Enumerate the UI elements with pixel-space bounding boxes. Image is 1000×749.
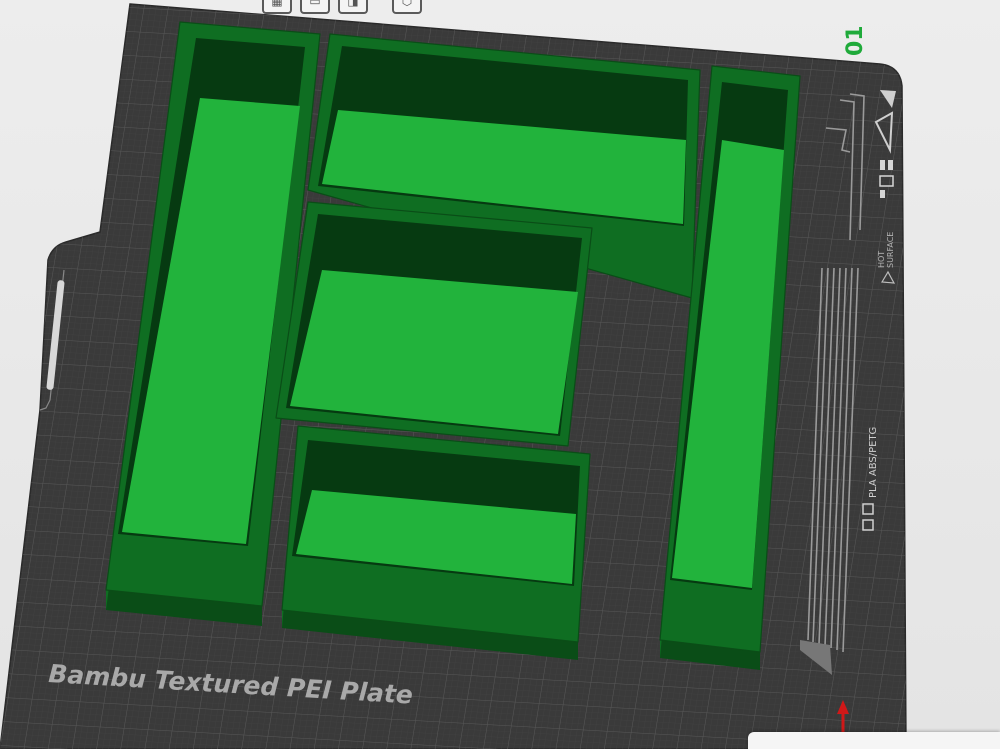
gear-icon: ⬡ [401,0,413,8]
printed-parts [105,21,801,670]
arrange-button[interactable]: ▦ [262,0,292,14]
orient-button[interactable]: ◨ [338,0,368,14]
build-scene: Bambu Textured PEI Plate 01 HOT SURFACE … [0,3,907,749]
filament-compatibility-label: PLA ABS/PETG [868,427,879,498]
arrange-icon: ▦ [271,0,283,8]
layout-icon: ▭ [309,0,321,8]
orient-icon: ◨ [347,0,359,8]
bottom-status-panel[interactable] [748,732,1000,749]
3d-viewport[interactable]: ▦ ▭ ◨ ⬡ Bambu Textured PEI Plate 01 HOT … [0,0,1000,749]
bin-medium-center-floor [290,270,578,434]
hot-surface-label-line1: HOT [877,251,886,268]
bin-medium-center[interactable] [275,201,593,447]
bin-small-bottom[interactable] [281,425,591,660]
plate-number: 01 [843,25,868,56]
settings-button[interactable]: ⬡ [392,0,422,14]
hot-surface-label-line2: SURFACE [886,232,895,268]
layout-button[interactable]: ▭ [300,0,330,14]
